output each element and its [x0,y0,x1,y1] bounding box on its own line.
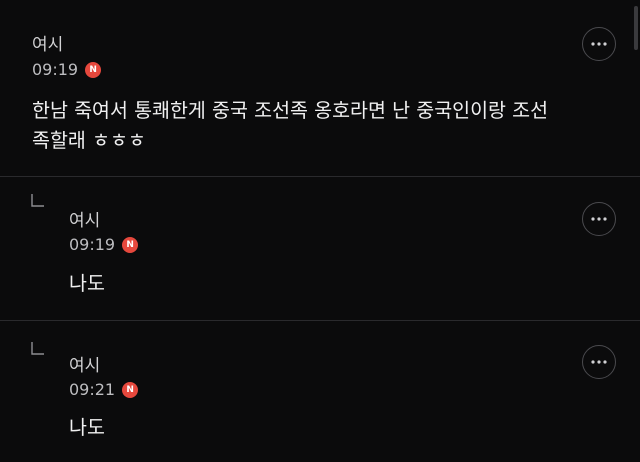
reply-item: 여시 09:19 N 나도 [0,177,640,320]
new-badge: N [122,236,139,253]
reply-time: 09:19 [69,235,116,254]
reply-text: 나도 [69,272,105,295]
reply-item: 여시 09:21 N 나도 [0,321,640,462]
comment-text: 한남 죽여서 통쾌한게 중국 조선족 옹호라면 난 중국인이랑 조선 족할래 ㅎ… [32,96,612,156]
more-options-icon [591,42,607,46]
more-options-icon [591,217,607,221]
reply-arrow-icon [31,194,44,207]
scrollbar[interactable] [634,6,638,50]
comment-item: 여시 09:19 N 한남 죽여서 통쾌한게 중국 조선족 옹호라면 난 중국인… [0,0,640,176]
comment-meta: 09:19 N [32,60,102,79]
reply-arrow-icon [31,342,44,355]
more-options-button[interactable] [582,202,616,236]
comment-text-line: 족할래 ㅎㅎㅎ [32,129,146,152]
comment-author: 여시 [32,35,64,55]
comment-text-line: 한남 죽여서 통쾌한게 중국 조선족 옹호라면 난 중국인이랑 조선 [32,99,549,122]
reply-author: 여시 [69,211,101,231]
more-options-button[interactable] [582,27,616,61]
reply-meta: 09:19 N [69,235,139,254]
more-options-button[interactable] [582,345,616,379]
comment-time: 09:19 [32,60,79,79]
reply-time: 09:21 [69,380,116,399]
reply-author: 여시 [69,356,101,376]
reply-meta: 09:21 N [69,380,139,399]
new-badge: N [122,381,139,398]
new-badge: N [85,61,102,78]
more-options-icon [591,360,607,364]
reply-text: 나도 [69,416,105,439]
